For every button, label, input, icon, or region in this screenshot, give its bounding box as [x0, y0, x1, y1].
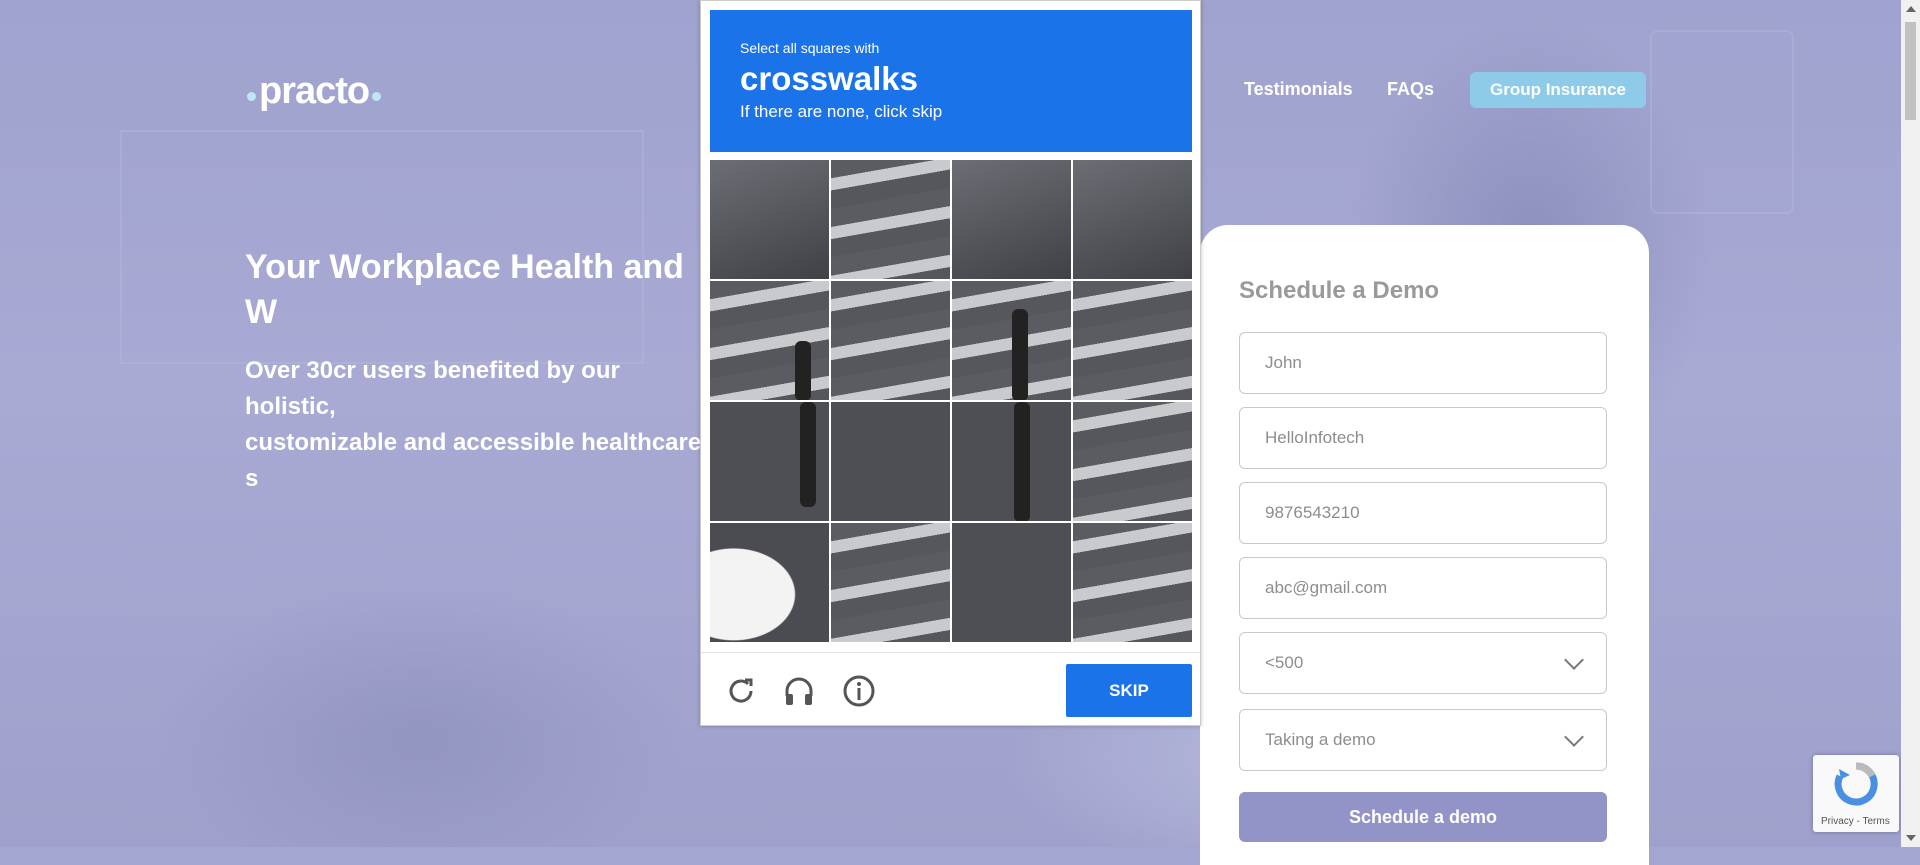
- captcha-tile[interactable]: [710, 281, 829, 400]
- captcha-challenge: Select all squares with crosswalks If th…: [700, 0, 1201, 726]
- chevron-down-icon: [1564, 650, 1584, 670]
- bollard: [1014, 402, 1030, 521]
- logo-text: practo: [259, 70, 370, 112]
- captcha-tile[interactable]: [831, 281, 950, 400]
- captcha-divider: [701, 652, 1200, 653]
- scroll-down-arrow-icon[interactable]: [1906, 835, 1916, 841]
- recaptcha-logo-icon: [1834, 762, 1878, 806]
- recaptcha-badge[interactable]: Privacy - Terms: [1813, 755, 1899, 832]
- nav-item-faqs[interactable]: FAQs: [1387, 79, 1434, 100]
- captcha-hint: If there are none, click skip: [740, 102, 943, 121]
- background-lamp: [1650, 30, 1794, 214]
- schedule-demo-button[interactable]: Schedule a demo: [1239, 792, 1607, 842]
- captcha-header: Select all squares with crosswalks If th…: [710, 10, 1192, 152]
- captcha-tile[interactable]: [831, 523, 950, 642]
- info-icon[interactable]: [842, 674, 876, 708]
- schedule-demo-form: Schedule a Demo John HelloInfotech 98765…: [1200, 225, 1649, 865]
- name-field[interactable]: John: [1239, 332, 1607, 394]
- headphones-icon[interactable]: [782, 674, 816, 708]
- captcha-tile[interactable]: [952, 281, 1071, 400]
- nav-item-testimonials[interactable]: Testimonials: [1244, 79, 1353, 100]
- bollard: [795, 341, 811, 400]
- interest-value: Taking a demo: [1265, 730, 1376, 749]
- captcha-tile[interactable]: [952, 523, 1071, 642]
- name-field-value: John: [1265, 353, 1302, 372]
- captcha-tile[interactable]: [952, 160, 1071, 279]
- hero-title: Your Workplace Health and W Partner: [245, 248, 684, 331]
- bollard: [1012, 309, 1028, 400]
- captcha-tile[interactable]: [1073, 402, 1192, 521]
- chevron-down-icon: [1564, 727, 1584, 747]
- scrollbar-thumb[interactable]: [1905, 22, 1916, 120]
- scroll-up-arrow-icon[interactable]: [1906, 6, 1916, 12]
- phone-field-value: 9876543210: [1265, 503, 1360, 522]
- company-field[interactable]: HelloInfotech: [1239, 407, 1607, 469]
- captcha-tile[interactable]: [952, 402, 1071, 521]
- captcha-tile[interactable]: [1073, 281, 1192, 400]
- phone-field[interactable]: 9876543210: [1239, 482, 1607, 544]
- email-field[interactable]: abc@gmail.com: [1239, 557, 1607, 619]
- practo-logo[interactable]: practo: [244, 70, 384, 113]
- interest-select[interactable]: Taking a demo: [1239, 709, 1607, 771]
- captcha-grid: [710, 160, 1192, 642]
- captcha-tile[interactable]: [1073, 160, 1192, 279]
- captcha-tile[interactable]: [710, 523, 829, 642]
- captcha-target: crosswalks: [740, 60, 918, 97]
- employee-count-value: <500: [1265, 653, 1304, 672]
- form-title: Schedule a Demo: [1239, 277, 1440, 304]
- captcha-tile[interactable]: [710, 402, 829, 521]
- captcha-tile[interactable]: [831, 160, 950, 279]
- captcha-tile[interactable]: [1073, 523, 1192, 642]
- logo-dot-left: [247, 92, 256, 101]
- email-field-value: abc@gmail.com: [1265, 578, 1388, 597]
- captcha-tile[interactable]: [831, 402, 950, 521]
- captcha-tile[interactable]: [710, 160, 829, 279]
- company-field-value: HelloInfotech: [1265, 428, 1365, 447]
- captcha-instruction: Select all squares with: [740, 40, 880, 56]
- group-insurance-button[interactable]: Group Insurance: [1470, 72, 1646, 108]
- skip-button[interactable]: SKIP: [1066, 664, 1192, 717]
- reload-icon[interactable]: [724, 674, 758, 708]
- hero-subtitle: Over 30cr users benefited by our holisti…: [245, 357, 702, 492]
- employee-count-select[interactable]: <500: [1239, 632, 1607, 694]
- recaptcha-badge-text: Privacy - Terms: [1821, 816, 1890, 827]
- bollard: [800, 402, 816, 507]
- page-scrollbar[interactable]: [1901, 0, 1920, 847]
- logo-dot-right: [372, 92, 382, 101]
